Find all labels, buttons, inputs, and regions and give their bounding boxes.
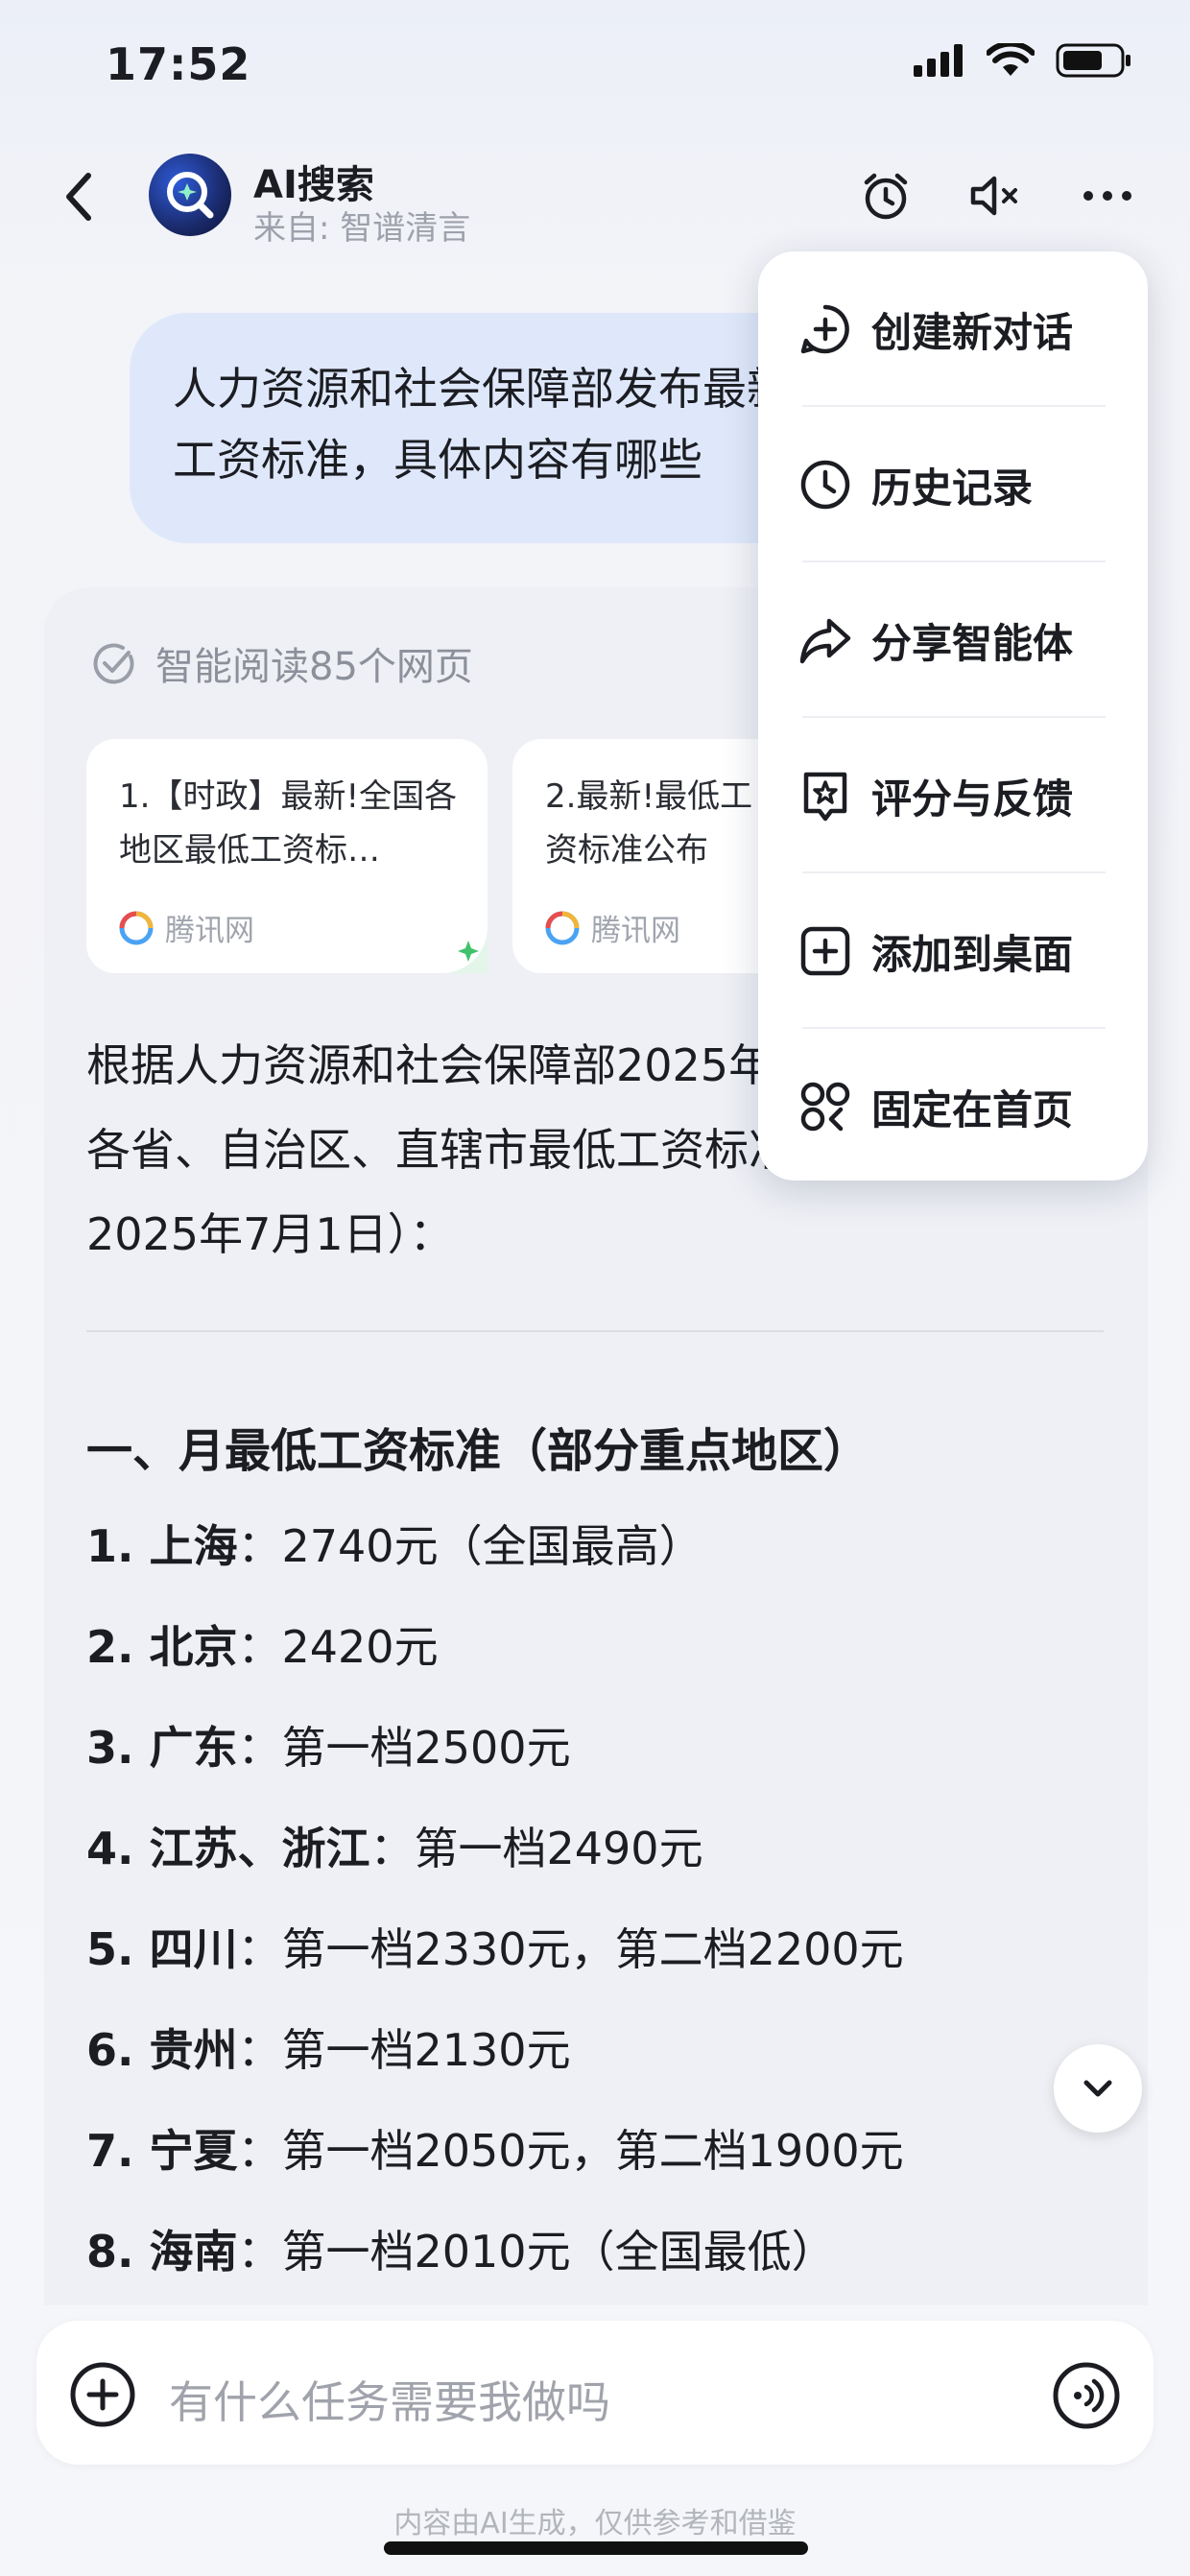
source-site: 腾讯网 [119, 906, 254, 949]
ai-disclaimer: 内容由AI生成，仅供参考和借鉴 [393, 2507, 797, 2540]
back-arrow-icon[interactable] [56, 168, 104, 226]
menu-item-label: 历史记录 [871, 464, 1034, 512]
status-time: 17:52 [106, 38, 251, 90]
rating-icon [803, 772, 847, 822]
source-site-label: 腾讯网 [591, 914, 680, 948]
chat-input[interactable]: 有什么任务需要我做吗 [169, 2368, 610, 2431]
list-item: 7. 宁夏：第一档2050元，第二档1900元 [86, 2125, 904, 2177]
list-item: 4. 江苏、浙江：第一档2490元 [86, 1823, 703, 1874]
home-indicator[interactable] [384, 2541, 808, 2555]
list-item: 1. 上海：2740元（全国最高） [86, 1520, 703, 1572]
source-card-1[interactable]: 1.【时政】最新!全国各地区最低工资标… 腾讯网 [86, 739, 488, 973]
check-circle-icon [93, 643, 134, 684]
signal-icon [914, 44, 963, 77]
pin-grid-icon [800, 1082, 850, 1132]
list-item: 5. 四川：第一档2330元，第二档2200元 [86, 1923, 904, 1975]
scroll-down-button[interactable] [1054, 2044, 1142, 2133]
menu-item-history[interactable]: 历史记录 [758, 407, 1148, 562]
menu-item-add-to-desktop[interactable]: 添加到桌面 [758, 873, 1148, 1029]
list-item: 6. 贵州：第一档2130元 [86, 2024, 571, 2076]
source-site-label: 腾讯网 [165, 914, 254, 948]
section-title: 一、月最低工资标准（部分重点地区） [86, 1424, 870, 1478]
source-card-2[interactable]: 2.最新!最低工资标准公布 腾讯网 [512, 739, 772, 973]
wifi-icon [987, 43, 1035, 76]
clock-icon [800, 460, 850, 510]
list-item: 8. 海南：第一档2010元（全国最低） [86, 2226, 836, 2278]
wage-list: 1. 上海：2740元（全国最高） 2. 北京：2420元 3. 广东：第一档2… [86, 1513, 1104, 2319]
menu-item-label: 分享智能体 [871, 619, 1074, 667]
menu-item-label: 固定在首页 [871, 1085, 1074, 1133]
status-icons [914, 42, 1132, 79]
ai-search-logo [149, 154, 231, 236]
source-title: 1.【时政】最新!全国各地区最低工资标… [119, 777, 458, 870]
list-item: 2. 北京：2420元 [86, 1621, 439, 1673]
share-icon [799, 618, 851, 664]
tencent-logo-icon [119, 911, 154, 944]
add-attachment-icon[interactable] [69, 2361, 136, 2428]
more-icon[interactable] [1081, 169, 1134, 223]
more-menu: 创建新对话 历史记录 分享智能体 评分与反馈 添加到桌面 固定在首页 [758, 251, 1148, 1181]
add-square-icon [800, 926, 850, 976]
menu-item-share-agent[interactable]: 分享智能体 [758, 562, 1148, 718]
search-logo-icon [167, 172, 214, 219]
divider [86, 1330, 1104, 1332]
sparkle-icon [441, 927, 488, 973]
menu-item-label: 创建新对话 [871, 308, 1074, 356]
menu-item-pin-homepage[interactable]: 固定在首页 [758, 1029, 1148, 1184]
menu-item-new-chat[interactable]: 创建新对话 [758, 251, 1148, 407]
battery-icon [1056, 43, 1130, 78]
alarm-clock-icon[interactable] [859, 169, 913, 223]
source-title: 2.最新!最低工资标准公布 [545, 777, 753, 870]
mute-speaker-icon[interactable] [967, 169, 1021, 223]
menu-item-label: 评分与反馈 [871, 775, 1074, 823]
list-item: 3. 广东：第一档2500元 [86, 1722, 571, 1774]
tencent-logo-icon [545, 911, 580, 944]
reading-status-label: 智能阅读85个网页 [155, 645, 473, 689]
menu-item-label: 添加到桌面 [871, 930, 1074, 978]
chevron-down-icon [1083, 2080, 1112, 2097]
new-chat-icon [800, 304, 849, 354]
reading-status[interactable]: 智能阅读85个网页 [92, 635, 473, 691]
page-subtitle: 来自: 智谱清言 [253, 209, 471, 248]
source-site: 腾讯网 [545, 906, 680, 949]
voice-input-icon[interactable] [1052, 2361, 1121, 2430]
menu-item-rating-feedback[interactable]: 评分与反馈 [758, 718, 1148, 873]
